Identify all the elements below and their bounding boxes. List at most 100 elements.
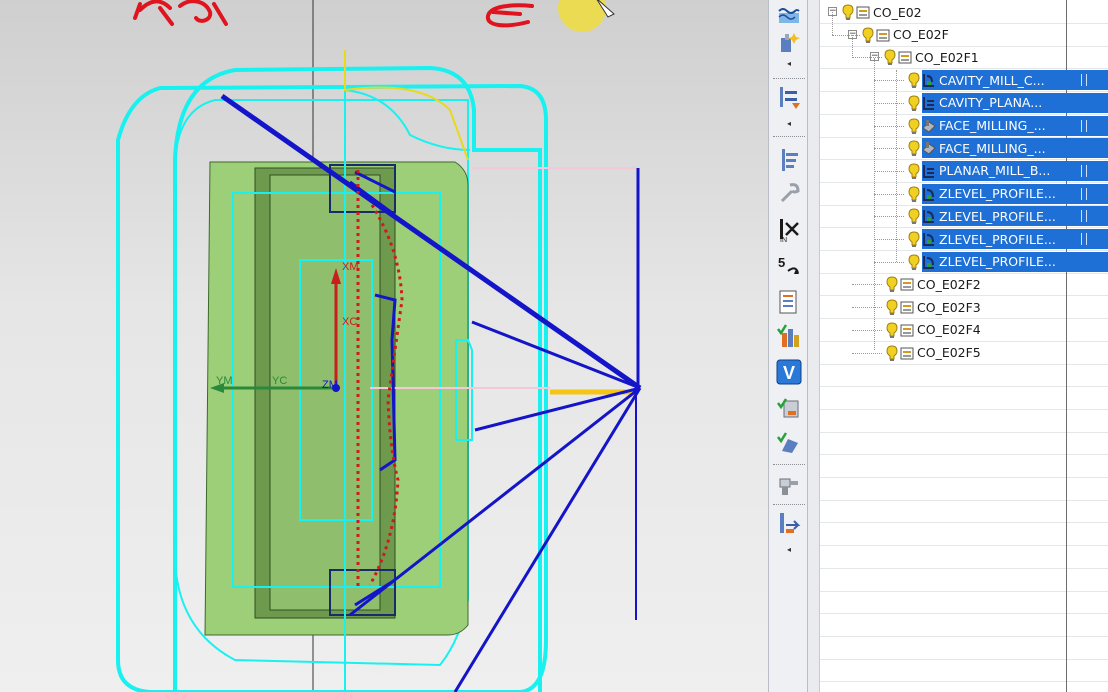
- operation-node[interactable]: ZLEVEL_PROFILE...: [922, 206, 1068, 227]
- wrench-icon[interactable]: [775, 180, 803, 208]
- svg-text:V: V: [783, 363, 795, 383]
- scroll-left-arrow[interactable]: ◂: [779, 60, 799, 68]
- scroll-left-arrow[interactable]: ◂: [779, 120, 799, 128]
- status-bulb-icon: [884, 49, 896, 66]
- status-bulb-icon: [908, 72, 920, 89]
- face-mill-icon: [922, 140, 936, 156]
- program-group-node[interactable]: CO_E02F3: [900, 297, 985, 317]
- tree-connector: [832, 34, 860, 36]
- scroll-left-arrow[interactable]: ◂: [779, 546, 799, 554]
- status-bulb-icon: [908, 231, 920, 251]
- v-verify-icon[interactable]: V: [775, 358, 803, 386]
- operation-node[interactable]: CAVITY_MILL_C...: [922, 70, 1068, 91]
- navigator-row-bg: [820, 659, 1108, 683]
- program-group-node[interactable]: CO_E02F2: [900, 274, 985, 294]
- operation-node[interactable]: FACE_MILLING_...: [922, 138, 1068, 159]
- selected-path-cell[interactable]: [1068, 70, 1108, 91]
- toolbar-separator: [773, 504, 805, 505]
- tree-connector: [852, 352, 882, 354]
- tree-connector: [874, 58, 875, 350]
- status-bulb-icon: [908, 208, 920, 228]
- pen-mark-right: [485, 3, 534, 28]
- status-bulb-icon: [908, 254, 920, 270]
- operation-node[interactable]: PLANAR_MILL_B...: [922, 160, 1068, 181]
- water-level-icon[interactable]: [775, 0, 803, 28]
- tool-sparkle-icon[interactable]: [775, 28, 803, 56]
- check-tool-icon[interactable]: [775, 394, 803, 422]
- program-icon: [898, 49, 912, 65]
- zlevel-icon: [922, 254, 936, 270]
- tree-connector: [852, 57, 882, 59]
- program-icon: [900, 322, 914, 338]
- status-bulb-icon: [908, 163, 920, 179]
- replay-icon[interactable]: 5: [775, 252, 803, 280]
- cursor-highlight: [558, 0, 606, 32]
- list-icon[interactable]: [775, 288, 803, 316]
- tree-connector: [852, 284, 882, 286]
- node-label: ZLEVEL_PROFILE...: [939, 231, 1056, 247]
- path-status-icon: [1081, 119, 1087, 132]
- status-bulb-icon: [908, 186, 920, 206]
- node-label: PLANAR_MILL_B...: [939, 163, 1051, 179]
- selected-path-cell[interactable]: [1068, 229, 1108, 249]
- label-yc: YC: [272, 375, 287, 387]
- node-label: CO_E02F3: [917, 299, 981, 315]
- tree-connector: [852, 329, 882, 331]
- toolbar-separator: [773, 136, 805, 137]
- pen-mark-left: [133, 0, 228, 26]
- cut-icon[interactable]: IN: [775, 216, 803, 244]
- shop-doc-icon[interactable]: [775, 510, 803, 538]
- status-bulb-icon: [908, 117, 920, 138]
- program-group-node[interactable]: CO_E02F: [876, 25, 953, 45]
- navigator-row-bg: [820, 523, 1108, 547]
- navigator-row-bg: [820, 410, 1108, 433]
- selected-path-cell[interactable]: [1068, 138, 1108, 159]
- program-group-node[interactable]: CO_E02F5: [900, 343, 985, 363]
- selected-path-cell[interactable]: [1068, 206, 1108, 227]
- node-label: FACE_MILLING_...: [939, 140, 1046, 156]
- status-bulb-icon: [842, 4, 854, 24]
- selected-path-cell[interactable]: [1068, 92, 1108, 113]
- node-label: CO_E02F1: [915, 49, 979, 65]
- operation-node[interactable]: FACE_MILLING_...: [922, 115, 1068, 136]
- zlevel-icon: [922, 231, 936, 247]
- zlevel-icon: [922, 186, 936, 202]
- status-bulb-icon: [886, 344, 898, 365]
- node-label: ZLEVEL_PROFILE...: [939, 208, 1056, 224]
- insert-operation-icon[interactable]: [775, 84, 803, 112]
- program-icon: [900, 299, 914, 315]
- navigator-row-bg: [820, 478, 1108, 501]
- node-label: CO_E02: [873, 4, 922, 20]
- program-group-node[interactable]: CO_E02: [856, 2, 926, 22]
- selected-path-cell[interactable]: [1068, 115, 1108, 136]
- status-bulb-icon: [908, 95, 920, 111]
- selected-path-cell[interactable]: [1068, 160, 1108, 181]
- node-label: FACE_MILLING_...: [939, 118, 1046, 133]
- operation-navigator: − CO_E02− CO_E02F − CO_E02F1 CAVITY_MILL_C...…: [820, 0, 1108, 692]
- graphics-viewport[interactable]: XM XC YM YC ZM: [0, 0, 768, 692]
- program-icon: [900, 276, 914, 292]
- operation-node[interactable]: ZLEVEL_PROFILE...: [922, 229, 1068, 249]
- navigator-row-bg: [820, 637, 1108, 660]
- selected-path-cell[interactable]: [1068, 183, 1108, 204]
- program-group-node[interactable]: CO_E02F1: [898, 47, 983, 67]
- generate-path-icon[interactable]: [775, 146, 803, 174]
- program-group-node[interactable]: CO_E02F4: [900, 320, 985, 340]
- label-xc: XC: [342, 316, 357, 328]
- tree-connector: [896, 70, 897, 262]
- check-gouge-icon[interactable]: [775, 428, 803, 456]
- toolbar-separator: [773, 464, 805, 465]
- panel-splitter[interactable]: [808, 0, 820, 692]
- operation-node[interactable]: ZLEVEL_PROFILE...: [922, 251, 1068, 272]
- operation-node[interactable]: ZLEVEL_PROFILE...: [922, 183, 1068, 204]
- verify-icon[interactable]: [775, 322, 803, 350]
- part-pocket-inner: [269, 174, 381, 611]
- label-xm: XM: [342, 261, 359, 273]
- selected-path-cell[interactable]: [1068, 251, 1108, 272]
- label-ym: YM: [216, 375, 233, 387]
- operation-node[interactable]: CAVITY_PLANA...: [922, 92, 1068, 113]
- toolbar-separator: [773, 78, 805, 79]
- post-process-icon[interactable]: [775, 470, 803, 498]
- program-icon: [876, 27, 890, 43]
- tree-connector: [874, 261, 904, 263]
